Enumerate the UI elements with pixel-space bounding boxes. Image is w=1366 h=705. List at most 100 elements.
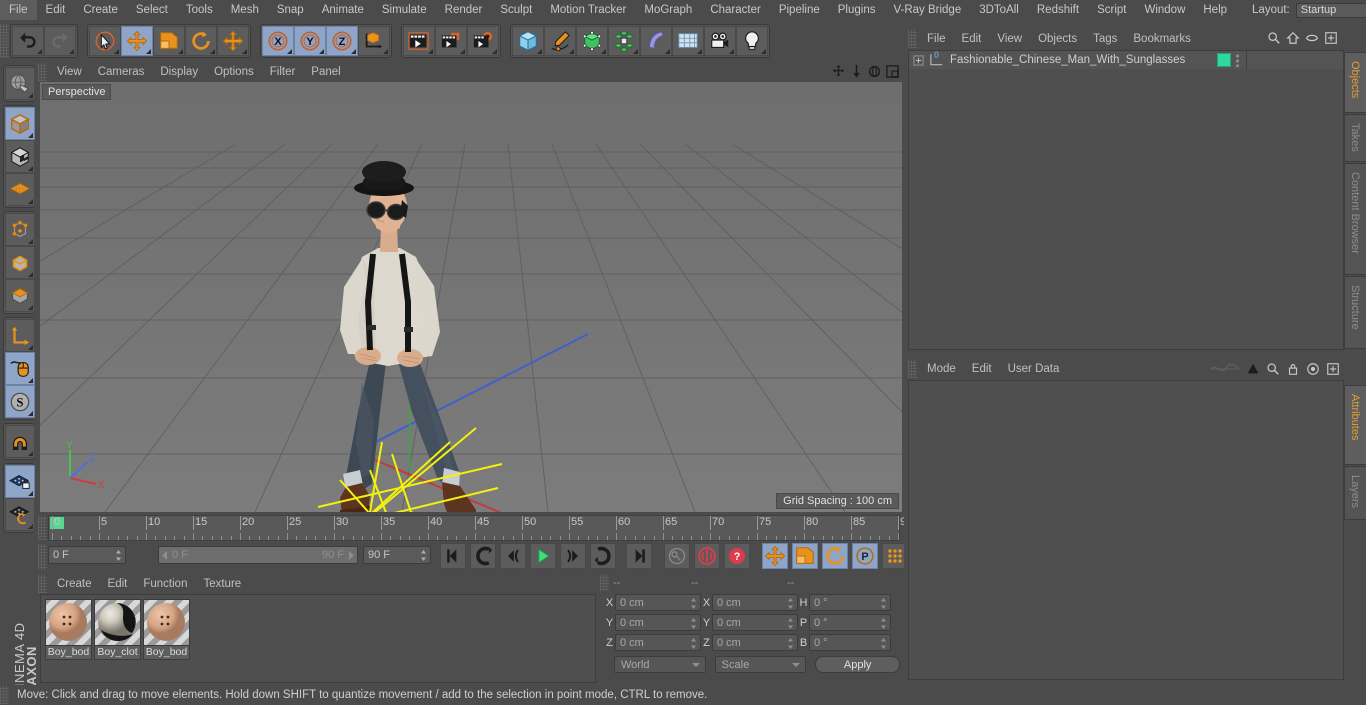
undo-button[interactable] [12, 26, 44, 56]
ellipse-icon[interactable] [1305, 31, 1319, 45]
attribute-menu-user-data[interactable]: User Data [1000, 359, 1068, 379]
viewport-solo-button[interactable] [5, 352, 35, 385]
coordinates-grip[interactable] [600, 575, 609, 591]
wave-icon[interactable] [1210, 362, 1240, 376]
menu-item-tools[interactable]: Tools [177, 0, 222, 20]
keyframe-help-button[interactable]: ? [724, 543, 750, 569]
menu-item-animate[interactable]: Animate [313, 0, 373, 20]
menu-item-v-ray-bridge[interactable]: V-Ray Bridge [884, 0, 970, 20]
texture-mode-button[interactable] [5, 173, 35, 206]
object-menu-file[interactable]: File [919, 29, 954, 49]
go-to-end-button[interactable] [626, 543, 652, 569]
step-back-button[interactable] [500, 543, 526, 569]
model-mode-button[interactable] [5, 140, 35, 173]
viewport-menu-options[interactable]: Options [206, 62, 262, 82]
size-field[interactable]: 0 cm [712, 594, 798, 611]
tab-objects[interactable]: Objects [1344, 52, 1366, 113]
object-row[interactable]: 0 Fashionable_Chinese_Man_With_Sunglasse… [909, 50, 1343, 69]
tab-takes[interactable]: Takes [1344, 113, 1366, 162]
menu-item-edit[interactable]: Edit [37, 0, 75, 20]
menu-item-snap[interactable]: Snap [268, 0, 313, 20]
add-spline-button[interactable] [544, 26, 576, 56]
playback-grip[interactable] [38, 544, 47, 570]
nurbs-button[interactable] [576, 26, 608, 56]
universal-tool[interactable] [217, 26, 249, 56]
toolbar-grip[interactable] [0, 24, 9, 58]
position-field[interactable]: 0 cm [615, 634, 701, 651]
viewport-menu-cameras[interactable]: Cameras [90, 62, 153, 82]
menu-item-sculpt[interactable]: Sculpt [491, 0, 541, 20]
search-icon[interactable] [1267, 31, 1281, 45]
lock-icon[interactable] [1286, 362, 1300, 376]
object-menu-bookmarks[interactable]: Bookmarks [1125, 29, 1199, 49]
make-editable-button[interactable] [5, 107, 35, 140]
record-parameter-button[interactable]: P [852, 543, 878, 569]
status-grip[interactable] [0, 686, 9, 704]
search-icon[interactable] [1266, 362, 1280, 376]
menu-item-render[interactable]: Render [436, 0, 492, 20]
object-menu-view[interactable]: View [989, 29, 1030, 49]
attribute-grip[interactable] [908, 360, 917, 378]
material-tag[interactable] [1217, 53, 1231, 67]
redo-button[interactable] [44, 26, 76, 56]
rotation-field[interactable]: 0 ° [809, 634, 891, 651]
apply-button[interactable]: Apply [815, 656, 901, 673]
menu-item-select[interactable]: Select [127, 0, 177, 20]
menu-item-simulate[interactable]: Simulate [373, 0, 436, 20]
material-item[interactable]: Boy_bod [143, 599, 190, 660]
menu-item-3dtoall[interactable]: 3DToAll [970, 0, 1028, 20]
menu-item-mesh[interactable]: Mesh [222, 0, 268, 20]
material-preview[interactable] [143, 599, 190, 646]
step-forward-button[interactable] [560, 543, 586, 569]
zoom-icon[interactable] [849, 64, 864, 79]
record-rotation-button[interactable] [822, 543, 848, 569]
y-axis-lock[interactable]: Y [294, 26, 326, 56]
lock-workplane-button[interactable] [5, 465, 35, 498]
viewport-menu-panel[interactable]: Panel [303, 62, 348, 82]
polygons-mode-button[interactable] [5, 279, 35, 312]
previous-key-button[interactable] [470, 543, 496, 569]
material-grip[interactable] [38, 575, 47, 593]
play-button[interactable] [530, 543, 556, 569]
material-menu-texture[interactable]: Texture [195, 574, 249, 594]
next-key-button[interactable] [590, 543, 616, 569]
magnet-tool-button[interactable] [5, 425, 35, 458]
size-field[interactable]: 0 cm [712, 634, 798, 651]
material-list[interactable]: Boy_bod Boy_clot Boy_bod [40, 594, 596, 683]
object-manager-list[interactable]: 0 Fashionable_Chinese_Man_With_Sunglasse… [908, 50, 1344, 350]
object-manager-grip[interactable] [908, 30, 917, 48]
size-field[interactable]: 0 cm [712, 614, 798, 631]
material-menu-edit[interactable]: Edit [100, 574, 136, 594]
rotate-icon[interactable] [867, 64, 882, 79]
deformer-button[interactable] [640, 26, 672, 56]
x-axis-lock[interactable]: X [262, 26, 294, 56]
autokey-button[interactable] [694, 543, 720, 569]
scene-environment-button[interactable] [672, 26, 704, 56]
menu-item-character[interactable]: Character [701, 0, 770, 20]
live-selection-tool[interactable] [89, 26, 121, 56]
attribute-menu-mode[interactable]: Mode [919, 359, 964, 379]
target-icon[interactable] [1306, 362, 1320, 376]
timeline-grip[interactable] [38, 516, 47, 540]
rotation-field[interactable]: 0 ° [809, 614, 891, 631]
attribute-menu-edit[interactable]: Edit [964, 359, 1000, 379]
camera-button[interactable] [704, 26, 736, 56]
viewport-menu-view[interactable]: View [49, 62, 90, 82]
coord-system-dropdown[interactable]: World [614, 656, 706, 673]
edges-mode-button[interactable] [5, 246, 35, 279]
layer-badge[interactable]: 0 [929, 50, 944, 67]
add-cube-button[interactable] [512, 26, 544, 56]
menu-item-plugins[interactable]: Plugins [829, 0, 885, 20]
viewport-menu-filter[interactable]: Filter [262, 62, 304, 82]
scale-tool[interactable] [153, 26, 185, 56]
tag-dots-icon[interactable] [1235, 53, 1240, 67]
timeline-ruler[interactable]: 051015202530354045505560657075808590 [48, 515, 912, 541]
record-position-button[interactable] [762, 543, 788, 569]
viewport-3d[interactable]: Perspective Grid Spacing : 100 cm Y X Z [40, 82, 902, 512]
menu-item-help[interactable]: Help [1194, 0, 1236, 20]
object-menu-edit[interactable]: Edit [954, 29, 990, 49]
points-mode-button[interactable] [5, 213, 35, 246]
menu-item-motion-tracker[interactable]: Motion Tracker [541, 0, 635, 20]
menu-item-script[interactable]: Script [1088, 0, 1135, 20]
menu-item-redshift[interactable]: Redshift [1028, 0, 1088, 20]
